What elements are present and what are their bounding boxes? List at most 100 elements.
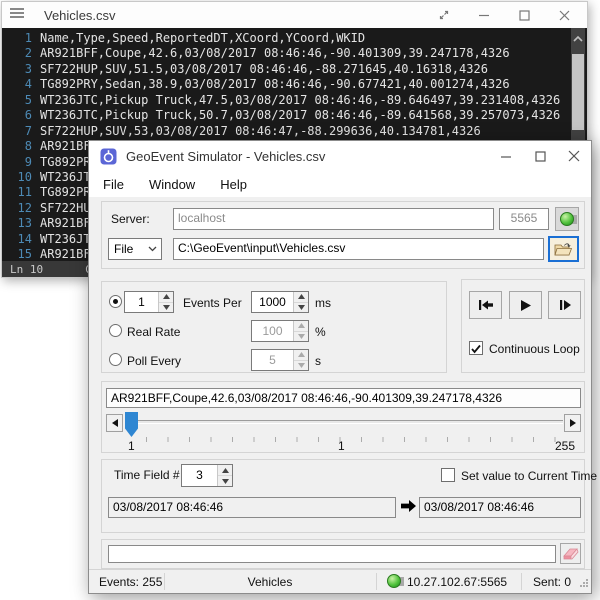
code-line: 2 AR921BFF,Coupe,42.6,03/08/2017 08:46:46… — [2, 46, 587, 61]
line-number: 14 — [2, 232, 32, 247]
line-text: TG892PRY,Sedan,38.9,03/08/2017 08:46:46,… — [40, 77, 510, 92]
server-label: Server: — [111, 212, 150, 226]
time-to-field: 03/08/2017 08:46:46 — [419, 497, 581, 518]
arrow-right-icon — [401, 499, 416, 518]
connection-led-icon — [387, 574, 402, 589]
time-field-label: Time Field # — [114, 468, 180, 482]
code-line: 4 TG892PRY,Sedan,38.9,03/08/2017 08:46:46… — [2, 77, 587, 92]
current-event-field[interactable]: AR921BFF,Coupe,42.6,03/08/2017 08:46:46,… — [106, 388, 581, 408]
server-host-field[interactable]: localhost — [173, 208, 494, 230]
server-port-field[interactable]: 5565 — [499, 208, 549, 230]
continuous-loop-label: Continuous Loop — [489, 342, 580, 356]
line-number: 3 — [2, 62, 32, 77]
maximize-button[interactable] — [507, 4, 541, 26]
poll-unit-label: s — [315, 354, 321, 368]
line-text: SF722HUP,SUV,53,03/08/2017 08:46:47,-88.… — [40, 124, 481, 139]
set-current-time-label: Set value to Current Time — [461, 469, 597, 483]
continuous-loop-checkbox[interactable] — [469, 341, 483, 355]
code-line: 3SF722HUP,SUV,51.5,03/08/2017 08:46:46,-… — [2, 62, 587, 77]
close-button[interactable] — [547, 4, 581, 26]
chevron-down-icon — [148, 246, 157, 252]
browse-file-button[interactable] — [548, 236, 579, 262]
simulator-titlebar: GeoEvent Simulator - Vehicles.csv — [89, 141, 591, 171]
scrollbar-thumb[interactable] — [572, 54, 584, 130]
minimize-button[interactable] — [467, 4, 501, 26]
slider-right-arrow[interactable] — [564, 414, 581, 432]
source-type-dropdown[interactable]: File — [108, 238, 162, 260]
eraser-icon — [563, 547, 579, 560]
line-number: 15 — [2, 247, 32, 261]
line-number: 8 — [2, 139, 32, 154]
expand-icon[interactable] — [427, 4, 461, 26]
line-indicator: Ln 10 — [10, 263, 43, 276]
line-number: 5 — [2, 93, 32, 108]
poll-every-radio[interactable] — [109, 353, 122, 366]
menu-file[interactable]: File — [92, 173, 135, 196]
interval-unit-label: ms — [315, 296, 331, 310]
line-number: 1 — [2, 31, 32, 46]
line-number: 4 — [2, 77, 32, 92]
events-count-spinner[interactable]: 1 — [124, 291, 174, 313]
slider-mid-label: 1 — [338, 439, 345, 453]
editor-window-title: Vehicles.csv — [44, 8, 427, 23]
skip-to-start-icon — [478, 299, 494, 311]
time-from-field: 03/08/2017 08:46:46 — [108, 497, 396, 518]
step-forward-button[interactable] — [548, 291, 581, 319]
menu-window[interactable]: Window — [138, 173, 206, 196]
time-field-spinner[interactable]: 3 — [181, 464, 233, 487]
play-button[interactable] — [509, 291, 542, 319]
line-number: 12 — [2, 201, 32, 216]
slider-max-label: 255 — [555, 439, 575, 453]
real-rate-label: Real Rate — [127, 325, 180, 339]
resize-grip[interactable] — [579, 577, 589, 591]
skip-to-start-button[interactable] — [469, 291, 502, 319]
slider-left-arrow[interactable] — [106, 414, 123, 432]
events-count: Events: 255 — [99, 575, 162, 589]
interval-spinner[interactable]: 1000 — [251, 291, 309, 313]
minimize-button[interactable] — [489, 143, 523, 169]
play-icon — [519, 299, 532, 312]
code-line: 6 WT236JTC,Pickup Truck,50.7,03/08/2017 0… — [2, 108, 587, 123]
code-line: 5 WT236JTC,Pickup Truck,47.5,03/08/2017 0… — [2, 93, 587, 108]
server-address: 10.27.102.67:5565 — [407, 575, 507, 589]
open-folder-icon — [554, 242, 573, 257]
line-number: 6 — [2, 108, 32, 123]
geoevent-simulator-window: GeoEvent Simulator - Vehicles.csv File W… — [88, 140, 592, 594]
spin-down-icon[interactable] — [159, 302, 173, 313]
connect-button[interactable] — [555, 207, 579, 231]
line-number: 2 — [2, 46, 32, 61]
code-line: 1 Name,Type,Speed,ReportedDT,XCoord,YCoor… — [2, 31, 587, 46]
file-path-field[interactable]: C:\GeoEvent\input\Vehicles.csv — [173, 238, 544, 260]
events-per-radio[interactable] — [109, 295, 122, 308]
close-button[interactable] — [557, 143, 591, 169]
window-title: GeoEvent Simulator - Vehicles.csv — [126, 149, 489, 164]
maximize-button[interactable] — [523, 143, 557, 169]
menu-help[interactable]: Help — [209, 173, 258, 196]
line-text: WT236JTC,Pickup Truck,47.5,03/08/2017 08… — [40, 93, 560, 108]
line-text: AR921BFF,Coupe,42.6,03/08/2017 08:46:46,… — [40, 46, 510, 61]
clear-button[interactable] — [560, 543, 581, 564]
scroll-up-icon[interactable] — [573, 32, 583, 40]
line-text: Name,Type,Speed,ReportedDT,XCoord,YCoord… — [40, 31, 365, 46]
line-number: 10 — [2, 170, 32, 185]
line-number: 11 — [2, 185, 32, 200]
real-rate-radio[interactable] — [109, 324, 122, 337]
hamburger-icon[interactable] — [2, 6, 32, 24]
connect-led-icon — [560, 212, 575, 227]
events-per-label: Events Per — [183, 296, 242, 310]
poll-every-label: Poll Every — [127, 354, 181, 368]
poll-spinner: 5 — [251, 349, 309, 371]
simulator-statusbar: Events: 255 Vehicles 10.27.102.67:5565 S… — [89, 569, 591, 593]
editor-titlebar: Vehicles.csv — [2, 2, 587, 28]
line-number: 13 — [2, 216, 32, 231]
source-type-value: File — [114, 242, 148, 256]
slider-track[interactable] — [125, 420, 563, 424]
set-current-time-checkbox[interactable] — [441, 468, 455, 482]
step-forward-icon — [558, 299, 572, 311]
code-line: 7SF722HUP,SUV,53,03/08/2017 08:46:47,-88… — [2, 124, 587, 139]
line-text: WT236JTC,Pickup Truck,50.7,03/08/2017 08… — [40, 108, 560, 123]
slider-ticks — [146, 437, 566, 442]
spin-up-icon[interactable] — [159, 292, 173, 302]
app-icon — [100, 148, 117, 165]
simulator-content: Server: localhost 5565 File C:\GeoEvent\… — [89, 197, 591, 569]
